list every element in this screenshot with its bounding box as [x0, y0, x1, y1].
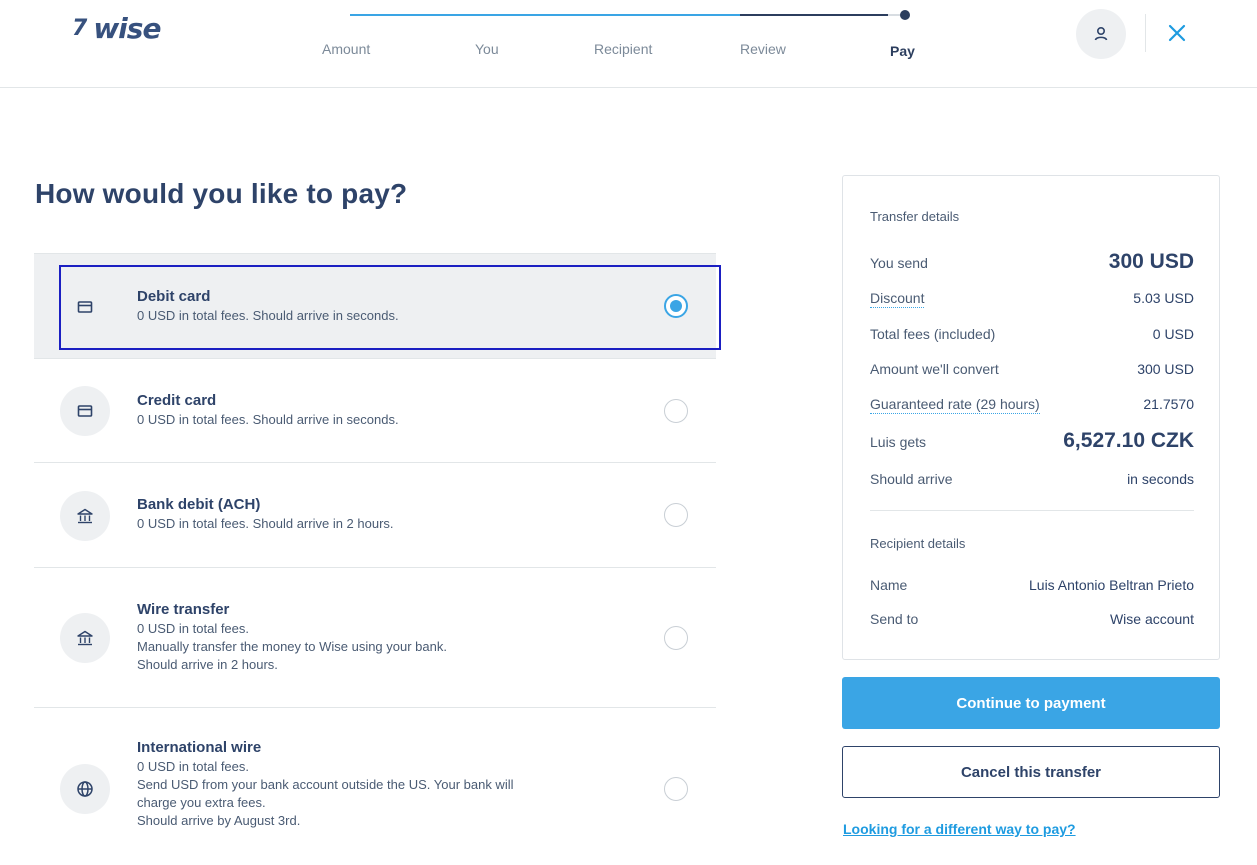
card-icon	[77, 405, 93, 417]
radio-bank-debit[interactable]	[664, 503, 688, 527]
transfer-details-title: Transfer details	[870, 209, 960, 224]
option-text: Debit card 0 USD in total fees. Should a…	[137, 287, 399, 325]
row-send-to: Send to Wise account	[870, 611, 1194, 627]
option-icon-wrap	[60, 764, 110, 814]
radio-wire-transfer[interactable]	[664, 626, 688, 650]
transfer-summary-panel: Transfer details You send 300 USD Discou…	[842, 175, 1220, 660]
row-should-arrive: Should arrive in seconds	[870, 471, 1194, 487]
row-value: 300 USD	[1137, 361, 1194, 377]
step-recipient[interactable]: Recipient	[594, 41, 652, 57]
option-title: Wire transfer	[137, 601, 230, 618]
option-desc-line: Manually transfer the money to Wise usin…	[137, 639, 447, 654]
step-pay: Pay	[890, 43, 915, 59]
panel-divider	[870, 510, 1194, 511]
radio-debit-card[interactable]	[664, 294, 688, 318]
option-title: International wire	[137, 739, 262, 756]
close-icon	[1168, 24, 1186, 42]
row-value: in seconds	[1127, 471, 1194, 487]
option-title: Debit card	[137, 288, 211, 305]
row-you-send: You send 300 USD	[870, 250, 1194, 274]
recipient-gets-amount: 6,527.10 CZK	[1063, 429, 1194, 452]
step-review[interactable]: Review	[740, 41, 786, 57]
option-desc-line: charge you extra fees.	[137, 795, 266, 810]
row-value: Luis Antonio Beltran Prieto	[1029, 577, 1194, 593]
wise-logo[interactable]: 7 wise	[72, 12, 161, 45]
option-wire-transfer[interactable]: Wire transfer 0 USD in total fees. Manua…	[34, 568, 716, 708]
card-icon	[77, 301, 93, 313]
continue-to-payment-button[interactable]: Continue to payment	[842, 677, 1220, 729]
option-desc-line: Should arrive in 2 hours.	[137, 657, 278, 672]
row-recipient-gets: Luis gets 6,527.10 CZK	[870, 429, 1194, 453]
bank-icon	[77, 508, 93, 524]
option-icon-wrap	[60, 386, 110, 436]
row-recipient-name: Name Luis Antonio Beltran Prieto	[870, 577, 1194, 593]
option-credit-card[interactable]: Credit card 0 USD in total fees. Should …	[34, 359, 716, 463]
recipient-details-title: Recipient details	[870, 536, 966, 551]
row-label: Should arrive	[870, 471, 953, 487]
progress-stepper: Amount You Recipient Review Pay	[320, 0, 920, 70]
option-desc: 0 USD in total fees. Should arrive in se…	[137, 308, 399, 323]
option-international-wire[interactable]: International wire 0 USD in total fees. …	[34, 708, 716, 858]
you-send-amount: 300 USD	[1108, 250, 1194, 273]
radio-credit-card[interactable]	[664, 399, 688, 423]
cancel-transfer-button[interactable]: Cancel this transfer	[842, 746, 1220, 798]
row-label: You send	[870, 255, 928, 271]
different-way-to-pay-link[interactable]: Looking for a different way to pay?	[843, 821, 1076, 837]
radio-international-wire[interactable]	[664, 777, 688, 801]
row-discount: Discount 5.03 USD	[870, 290, 1194, 308]
option-text: Bank debit (ACH) 0 USD in total fees. Sh…	[137, 495, 394, 533]
step-you[interactable]: You	[475, 41, 499, 57]
row-value: Wise account	[1109, 611, 1194, 627]
option-desc: 0 USD in total fees. Should arrive in se…	[137, 412, 399, 427]
row-value: 21.7570	[1143, 396, 1194, 412]
option-title: Bank debit (ACH)	[137, 496, 261, 513]
row-total-fees: Total fees (included) 0 USD	[870, 326, 1194, 342]
progress-current-dot	[900, 10, 910, 20]
row-label: Name	[870, 577, 908, 593]
row-amount-convert: Amount we'll convert 300 USD	[870, 361, 1194, 377]
option-title: Credit card	[137, 392, 217, 409]
row-value: 5.03 USD	[1133, 290, 1194, 306]
option-desc: 0 USD in total fees. Should arrive in 2 …	[137, 516, 394, 531]
option-text: Wire transfer 0 USD in total fees. Manua…	[137, 600, 447, 674]
header-divider	[1145, 14, 1146, 52]
row-guaranteed-rate: Guaranteed rate (29 hours) 21.7570	[870, 396, 1194, 414]
guaranteed-rate-label[interactable]: Guaranteed rate (29 hours)	[870, 396, 1040, 414]
page-title: How would you like to pay?	[35, 178, 408, 209]
row-label: Amount we'll convert	[870, 361, 999, 377]
option-desc-line: Should arrive by August 3rd.	[137, 813, 301, 828]
logo-flag: 7	[72, 16, 88, 41]
option-text: Credit card 0 USD in total fees. Should …	[137, 391, 399, 429]
close-button[interactable]	[1160, 16, 1194, 50]
progress-fill-accent	[350, 14, 740, 16]
option-desc-line: Send USD from your bank account outside …	[137, 777, 514, 792]
top-header: 7 wise Amount You Recipient Review Pay	[0, 0, 1257, 88]
payment-options-list: Debit card 0 USD in total fees. Should a…	[34, 253, 721, 858]
profile-button[interactable]	[1076, 9, 1126, 59]
option-icon-wrap	[60, 613, 110, 663]
step-amount[interactable]: Amount	[322, 41, 370, 57]
option-icon-wrap	[60, 282, 110, 332]
option-desc-line: 0 USD in total fees.	[137, 759, 249, 774]
discount-label[interactable]: Discount	[870, 290, 925, 308]
bank-icon	[77, 630, 93, 646]
option-icon-wrap	[60, 491, 110, 541]
logo-text: wise	[93, 12, 161, 45]
row-label: Luis gets	[870, 434, 927, 450]
user-icon	[1094, 26, 1108, 41]
globe-icon	[77, 781, 93, 797]
option-debit-card[interactable]: Debit card 0 USD in total fees. Should a…	[34, 253, 721, 359]
option-bank-debit[interactable]: Bank debit (ACH) 0 USD in total fees. Sh…	[34, 463, 716, 568]
row-value: 0 USD	[1152, 326, 1194, 342]
option-text: International wire 0 USD in total fees. …	[137, 738, 514, 830]
row-label: Total fees (included)	[870, 326, 996, 342]
row-label: Send to	[870, 611, 919, 627]
option-desc-line: 0 USD in total fees.	[137, 621, 249, 636]
